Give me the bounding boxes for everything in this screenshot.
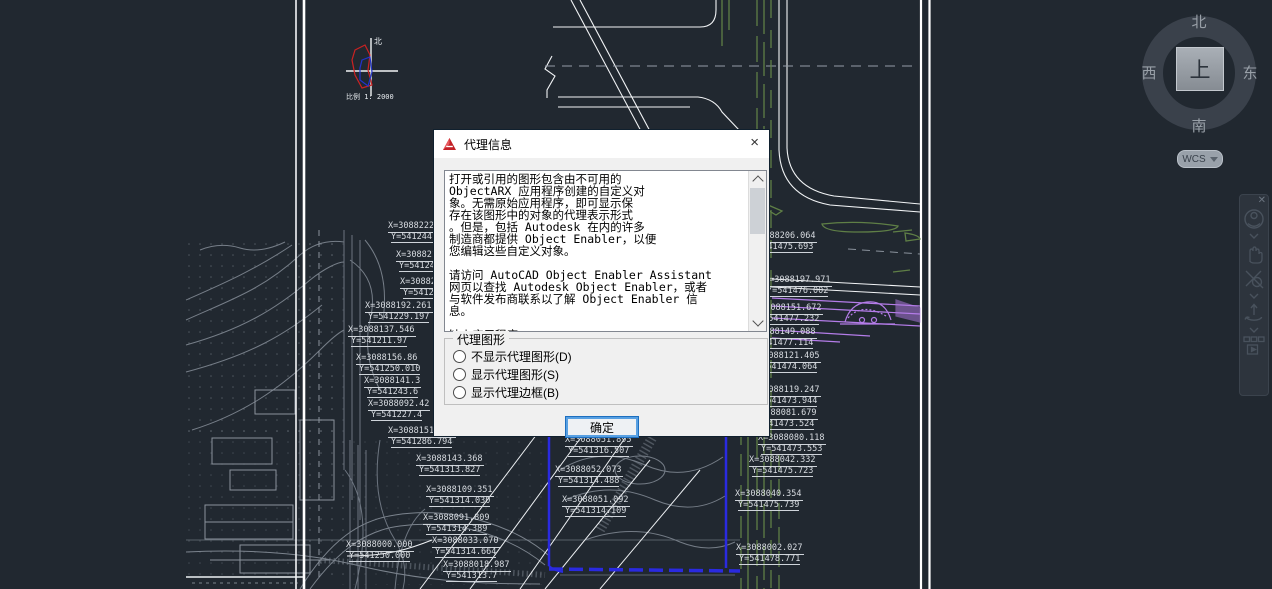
proxy-graphics-group: 代理图形 不显示代理图形(D) 显示代理图形(S) 显示代理边框(B) — [444, 331, 768, 405]
radio-list: 不显示代理图形(D) 显示代理图形(S) 显示代理边框(B) — [445, 347, 767, 401]
viewcube-north[interactable]: 北 — [1189, 11, 1209, 32]
radio-label: 不显示代理图形(D) — [471, 349, 572, 364]
autocad-logo-icon — [442, 137, 457, 151]
radio-option[interactable]: 不显示代理图形(D) — [453, 347, 767, 365]
group-label: 代理图形 — [453, 331, 510, 348]
coord-label: X=3088109.351 Y=541314.030 — [426, 485, 494, 507]
orbit-icon[interactable] — [1240, 301, 1268, 325]
steering-wheel-icon[interactable] — [1240, 207, 1268, 231]
compass-scale-label: 比例 1: 2000 — [346, 93, 394, 101]
coord-label: X=3088156.86 Y=541250.010 — [356, 353, 421, 375]
textbox-scrollbar[interactable] — [748, 171, 766, 331]
scroll-up-icon[interactable] — [749, 171, 766, 187]
scrollbar-thumb[interactable] — [750, 188, 765, 234]
viewcube-up-face[interactable]: 上 — [1176, 47, 1224, 91]
wcs-label: WCS — [1182, 153, 1206, 165]
dialog-close-icon[interactable]: × — [750, 134, 759, 152]
coord-label: X=3088042.332 Y=541475.723 — [749, 455, 817, 477]
radio-circle-icon[interactable] — [453, 349, 466, 363]
navbar-close-icon[interactable]: ✕ — [1258, 195, 1266, 206]
coord-label: X=3088018.987 Y=541313.7 — [443, 560, 511, 582]
north-compass: 北 比例 1: 2000 — [330, 30, 420, 108]
coord-label: X=3088143.368 Y=541313.827 — [416, 454, 484, 476]
coord-label: X=3088137.546 Y=541211.97 — [348, 325, 416, 347]
coord-label: X=3088192.261 Y=541229.197 — [365, 301, 433, 323]
navigation-bar[interactable]: ✕ — [1239, 194, 1269, 396]
chevron-down-icon[interactable] — [1240, 327, 1268, 333]
proxy-info-dialog: 代理信息 × 打开或引用的图形包含由不可用的 ObjectARX 应用程序创建的… — [433, 129, 770, 438]
coord-label: X=3088051.895 Y=541316.507 — [565, 435, 633, 457]
viewcube-east[interactable]: 东 — [1240, 62, 1260, 83]
coord-label: X=3088197.971 Y=541476.002 — [764, 275, 832, 297]
chevron-down-icon — [1209, 156, 1218, 162]
radio-label: 显示代理图形(S) — [471, 367, 559, 382]
scroll-down-icon[interactable] — [749, 315, 766, 331]
radio-option[interactable]: 显示代理图形(S) — [453, 365, 767, 383]
proxy-info-textbox[interactable]: 打开或引用的图形包含由不可用的 ObjectARX 应用程序创建的自定义对 象。… — [444, 170, 767, 332]
coord-label: X=3088052.073 Y=541314.488 — [555, 465, 623, 487]
wcs-dropdown-button[interactable]: WCS — [1177, 150, 1223, 168]
coord-label: X=3088033.070 Y=541314.664 — [432, 536, 500, 558]
viewcube-west[interactable]: 西 — [1139, 62, 1159, 83]
ok-button[interactable]: 确定 — [565, 416, 639, 438]
pan-hand-icon[interactable] — [1240, 241, 1268, 265]
coord-label: X=3088051.092 Y=541314.109 — [562, 495, 630, 517]
coord-label: X=3088000.000 Y=541250.000 — [346, 540, 414, 562]
viewcube-south[interactable]: 南 — [1189, 115, 1209, 136]
dialog-title: 代理信息 — [464, 137, 513, 152]
coord-label: X=3088040.354 Y=541475.739 — [735, 489, 803, 511]
coord-label: X=3088080.118 Y=541473.553 — [758, 433, 826, 455]
compass-north-label: 北 — [374, 37, 382, 46]
chevron-down-icon[interactable] — [1240, 293, 1268, 299]
radio-circle-icon[interactable] — [453, 367, 466, 381]
showmotion-icon[interactable] — [1240, 335, 1268, 357]
coord-label: X=3088091.809 Y=541314.389 — [423, 513, 491, 535]
zoom-extents-icon[interactable] — [1240, 267, 1268, 291]
dialog-titlebar[interactable]: 代理信息 × — [434, 130, 769, 158]
coord-label: X=3088092.42 Y=541227.4 — [368, 399, 431, 421]
coord-label: X=3088002.027 Y=541478.771 — [736, 543, 804, 565]
radio-circle-icon[interactable] — [453, 385, 466, 399]
proxy-info-text: 打开或引用的图形包含由不可用的 ObjectARX 应用程序创建的自定义对 象。… — [449, 172, 712, 331]
radio-option[interactable]: 显示代理边框(B) — [453, 383, 767, 401]
chevron-down-icon[interactable] — [1240, 233, 1268, 239]
radio-label: 显示代理边框(B) — [471, 385, 559, 400]
coord-label: X=3088141.3 Y=541243.6 — [364, 376, 422, 398]
autocad-canvas[interactable]: X=3088222.4 Y=541244.4 X=3088214.2 Y=541249… — [0, 0, 1272, 589]
